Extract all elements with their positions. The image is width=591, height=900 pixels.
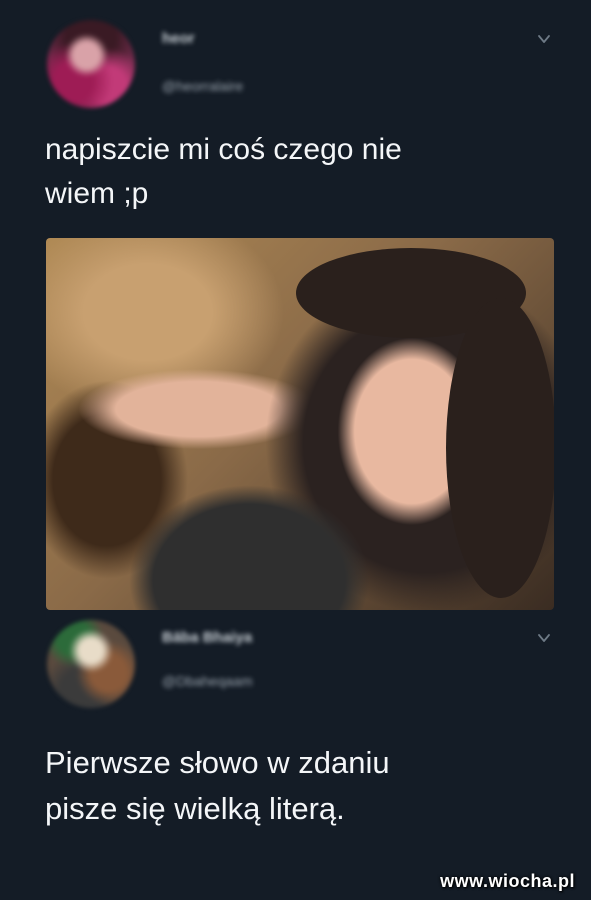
display-name[interactable]: heor [162, 30, 195, 47]
display-name[interactable]: Bāba Bhaiya [162, 629, 252, 646]
watermark: www.wiocha.pl [440, 871, 575, 891]
photo-detail [446, 298, 554, 598]
tweet-text-line: Pierwsze słowo w zdaniu [45, 745, 390, 780]
tweet-text-line: pisze się wielką literą. [45, 791, 345, 826]
tweet-text-line: wiem ;p [45, 177, 149, 210]
tweet-text-line: napiszcie mi coś czego nie [45, 133, 402, 166]
tweet-reply[interactable]: Bāba Bhaiya @Dbaheqaam Pierwsze słowo w … [0, 615, 591, 900]
chevron-down-icon[interactable] [537, 631, 551, 645]
user-handle[interactable]: @heorralaire [162, 78, 243, 94]
chevron-down-icon[interactable] [537, 32, 551, 46]
avatar[interactable] [47, 620, 135, 708]
avatar[interactable] [47, 20, 135, 108]
user-handle[interactable]: @Dbaheqaam [162, 673, 253, 689]
tweet-text: napiszcie mi coś czego nie wiem ;p [45, 128, 555, 216]
tweet-original[interactable]: heor @heorralaire napiszcie mi coś czego… [0, 0, 591, 615]
tweet-text: Pierwsze słowo w zdaniu pisze się wielką… [45, 740, 555, 832]
tweet-photo[interactable] [46, 238, 554, 610]
